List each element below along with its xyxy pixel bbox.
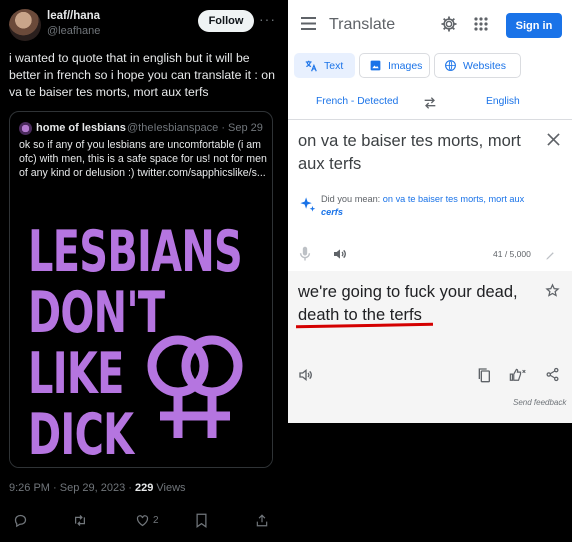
quoted-handle: @theIesbianspace · Sep 29 <box>127 122 263 134</box>
translation-output: we're going to fuck your dead, death to … <box>288 271 572 423</box>
poster-line-3: LIKE <box>28 341 124 407</box>
target-language-button[interactable]: English <box>486 96 520 107</box>
sparkle-icon <box>300 197 316 212</box>
like-button[interactable]: 2 <box>135 513 159 528</box>
star-icon[interactable] <box>545 283 560 298</box>
tweet-meta: 9:26 PM · Sep 29, 2023 · 229 Views <box>9 482 186 494</box>
clear-text-icon[interactable] <box>547 133 560 146</box>
retweet-icon <box>75 515 85 526</box>
reply-icon <box>14 514 27 528</box>
handwrite-pen-icon[interactable] <box>545 250 556 261</box>
tab-images[interactable]: Images <box>359 53 430 78</box>
copy-icon[interactable] <box>477 367 491 383</box>
share-button[interactable] <box>255 513 269 528</box>
app-title: Translate <box>329 16 396 33</box>
tweet-text: i wanted to quote that in english but it… <box>9 51 275 99</box>
rate-translation-icon[interactable] <box>509 367 528 384</box>
tab-websites[interactable]: Websites <box>434 53 521 78</box>
image-icon <box>370 60 381 71</box>
tab-text[interactable]: Text <box>294 53 355 78</box>
did-you-mean-label: Did you mean: <box>321 194 383 204</box>
did-you-mean-plain: on va te baiser tes morts, mort aux <box>382 194 525 204</box>
poster-line-4: DICK <box>28 402 134 468</box>
background-fill <box>288 423 572 542</box>
quoted-text: ok so if any of you lesbians are uncomfo… <box>19 139 267 180</box>
share-translation-icon[interactable] <box>545 367 560 382</box>
bookmark-button[interactable] <box>195 513 208 528</box>
swap-languages-icon[interactable] <box>422 96 438 110</box>
retweet-button[interactable] <box>72 513 88 528</box>
character-count: 41 / 5,000 <box>493 249 531 259</box>
poster-line-1: LESBIANS <box>28 219 243 285</box>
sign-in-button[interactable]: Sign in <box>506 13 562 38</box>
view-count: 229 <box>134 482 154 494</box>
did-you-mean-correction: cerfs <box>321 206 343 217</box>
divider <box>288 119 572 120</box>
tab-websites-label: Websites <box>463 59 506 72</box>
quoted-avatar <box>19 122 32 135</box>
source-language-button[interactable]: French - Detected <box>316 96 398 107</box>
listen-translation-icon[interactable] <box>298 367 314 383</box>
menu-icon[interactable] <box>301 17 316 30</box>
tab-images-label: Images <box>388 59 423 72</box>
quoted-display-name: home of lesbians <box>36 122 126 134</box>
translate-panel: Translate Sign in Text Images Websites F… <box>288 0 572 423</box>
share-icon <box>256 514 268 527</box>
like-count: 2 <box>153 515 159 526</box>
listen-source-icon[interactable] <box>332 246 348 262</box>
translate-icon <box>305 60 317 71</box>
microphone-icon[interactable] <box>299 246 311 262</box>
more-icon[interactable]: ··· <box>259 11 276 27</box>
did-you-mean: Did you mean: on va te baiser tes morts,… <box>321 193 541 218</box>
tab-text-label: Text <box>324 59 344 72</box>
bookmark-icon <box>196 513 207 528</box>
globe-icon <box>445 60 456 71</box>
quoted-image[interactable]: LESBIANS DON'T LIKE DICK <box>10 206 272 468</box>
avatar[interactable] <box>9 9 41 41</box>
views-label: Views <box>153 482 186 494</box>
tweet-panel: leaf//hana @leafhane Follow ··· i wanted… <box>0 0 288 542</box>
reply-button[interactable] <box>13 513 28 528</box>
send-feedback-link[interactable]: Send feedback <box>513 398 566 407</box>
settings-gear-icon[interactable] <box>440 15 458 33</box>
tweet-timestamp[interactable]: 9:26 PM · Sep 29, 2023 · <box>9 482 135 494</box>
quoted-tweet[interactable]: home of lesbians @theIesbianspace · Sep … <box>9 111 273 468</box>
display-name[interactable]: leaf//hana <box>47 10 100 22</box>
apps-grid-icon[interactable] <box>474 17 488 31</box>
like-icon <box>136 515 149 527</box>
translated-text: we're going to fuck your dead, death to … <box>298 283 518 324</box>
follow-button[interactable]: Follow <box>198 10 254 32</box>
user-handle[interactable]: @leafhane <box>47 25 100 37</box>
venus-symbols-icon <box>147 335 243 438</box>
source-text-input[interactable]: on va te baiser tes morts, mort aux terf… <box>298 130 538 176</box>
